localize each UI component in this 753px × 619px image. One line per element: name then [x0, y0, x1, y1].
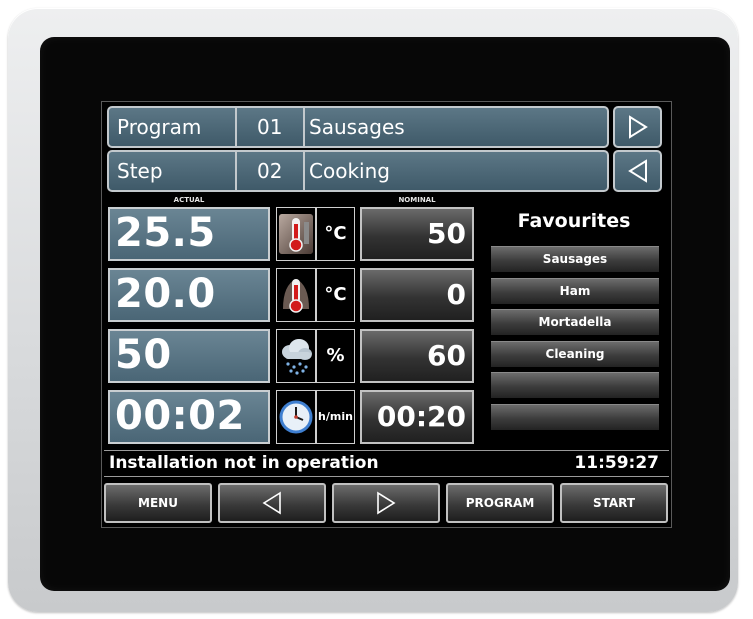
- step-row[interactable]: Step 02 Cooking: [107, 150, 609, 192]
- next-program-button[interactable]: [613, 106, 662, 148]
- favourite-item-empty-2[interactable]: [491, 404, 659, 430]
- favourite-item-ham[interactable]: Ham: [491, 278, 659, 304]
- favourite-item-cleaning[interactable]: Cleaning: [491, 341, 659, 367]
- temperature-unit: °C: [316, 207, 355, 261]
- favourite-item-empty-1[interactable]: [491, 372, 659, 398]
- humidity-cloud-icon: [276, 329, 316, 383]
- time-unit: h/min: [316, 390, 355, 444]
- actual-temperature-value[interactable]: 25.5: [108, 207, 270, 261]
- step-name: Cooking: [303, 152, 607, 190]
- menu-button[interactable]: MENU: [104, 483, 212, 523]
- nominal-core-temperature-value[interactable]: 0: [360, 268, 474, 322]
- touch-screen: Program 01 Sausages Step 02 Cooking ACTU…: [101, 101, 672, 528]
- core-temperature-icon: [276, 268, 316, 322]
- program-name: Sausages: [303, 108, 607, 146]
- start-button[interactable]: START: [560, 483, 668, 523]
- arrow-left-icon: [628, 159, 647, 183]
- back-button[interactable]: [218, 483, 326, 523]
- step-number: 02: [235, 152, 303, 190]
- program-number: 01: [235, 108, 303, 146]
- actual-humidity-value[interactable]: 50: [108, 329, 270, 383]
- status-message: Installation not in operation: [109, 453, 379, 473]
- program-button[interactable]: PROGRAM: [446, 483, 554, 523]
- arrow-left-icon: [262, 491, 281, 515]
- favourite-item-mortadella[interactable]: Mortadella: [491, 309, 659, 335]
- actual-column-label: ACTUAL: [173, 196, 205, 204]
- favourite-item-sausages[interactable]: Sausages: [491, 246, 659, 272]
- nominal-column-label: NOMINAL: [398, 196, 436, 204]
- favourites-title: Favourites: [517, 210, 631, 232]
- actual-core-temperature-value[interactable]: 20.0: [108, 268, 270, 322]
- arrow-right-icon: [629, 115, 648, 139]
- thermometer-icon: [276, 207, 316, 261]
- program-row[interactable]: Program 01 Sausages: [107, 106, 609, 148]
- nominal-temperature-value[interactable]: 50: [360, 207, 474, 261]
- clock-icon: [276, 390, 316, 444]
- previous-step-button[interactable]: [613, 150, 662, 192]
- status-clock: 11:59:27: [574, 453, 659, 473]
- actual-time-value[interactable]: 00:02: [108, 390, 270, 444]
- nominal-time-value[interactable]: 00:20: [360, 390, 474, 444]
- arrow-right-icon: [377, 491, 396, 515]
- step-label: Step: [117, 159, 163, 183]
- status-bar: Installation not in operation 11:59:27: [104, 450, 669, 477]
- nominal-humidity-value[interactable]: 60: [360, 329, 474, 383]
- program-label: Program: [117, 115, 202, 139]
- core-temperature-unit: °C: [316, 268, 355, 322]
- forward-button[interactable]: [332, 483, 440, 523]
- humidity-unit: %: [316, 329, 355, 383]
